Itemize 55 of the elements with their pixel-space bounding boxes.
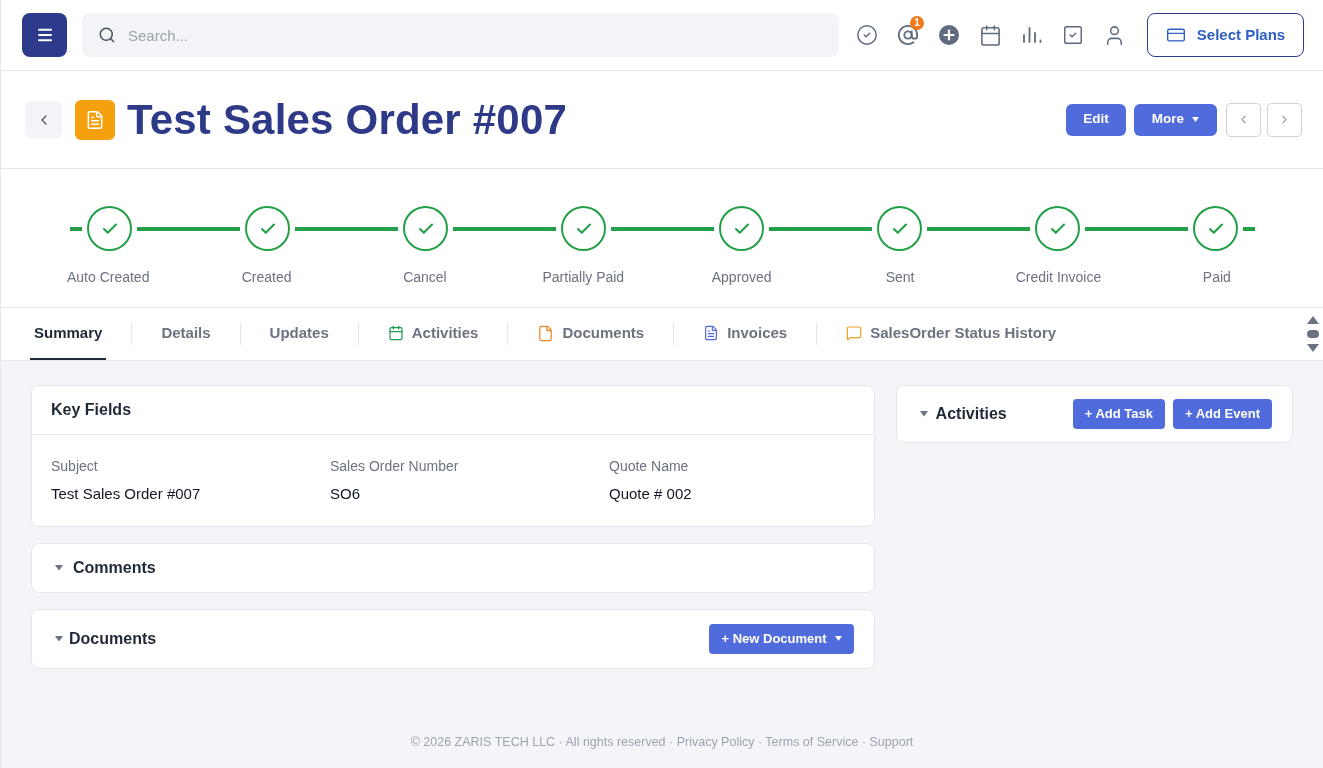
more-button[interactable]: More — [1133, 103, 1217, 136]
stage-label: Paid — [1202, 268, 1231, 287]
card-icon — [1165, 25, 1186, 45]
field-label: Sales Order Number — [330, 457, 460, 476]
menu-icon — [35, 26, 54, 44]
caret-icon — [1192, 117, 1199, 122]
section-title[interactable]: Activities — [935, 402, 1007, 426]
at-sign-icon[interactable] — [897, 24, 919, 46]
caret-icon — [55, 564, 63, 571]
field-label: Subject — [51, 457, 99, 476]
checked-box-icon[interactable] — [1062, 24, 1084, 46]
calendar-icon[interactable] — [979, 23, 1002, 47]
field-value: Test Sales Order #007 — [51, 484, 202, 504]
stage-label: Created — [241, 268, 292, 287]
section-title[interactable]: Documents — [69, 626, 157, 651]
field-value: SO6 — [330, 484, 361, 504]
stage-label: Approved — [711, 268, 772, 287]
caret-icon — [919, 411, 928, 417]
edit-button[interactable]: Edit — [1066, 103, 1126, 136]
stage-label: Partially Paid — [542, 268, 625, 287]
section-title[interactable]: Comments — [73, 555, 156, 580]
file-icon — [537, 324, 555, 342]
add-button[interactable]: + Add Event — [1173, 399, 1272, 429]
stage-label: Credit Invoice — [1015, 268, 1102, 287]
field-value: Quote # 002 — [609, 484, 693, 504]
check-circle-icon[interactable] — [856, 24, 878, 46]
tab[interactable]: Documents — [533, 308, 649, 360]
bar-chart-icon[interactable] — [1021, 27, 1043, 43]
select-plans-button[interactable]: Select Plans — [1147, 13, 1304, 57]
record-title: Test Sales Order #007 — [127, 98, 567, 141]
tab[interactable]: Details — [157, 308, 215, 360]
chat-icon — [846, 325, 863, 341]
calendar-icon — [387, 325, 404, 341]
add-button[interactable]: + Add Task — [1072, 399, 1165, 429]
tab[interactable]: Activities — [383, 308, 483, 360]
notification-badge: 1 — [910, 16, 924, 30]
search-icon — [98, 26, 116, 44]
plus-circle-icon[interactable] — [938, 24, 960, 46]
footer-text: © 2026 ZARIS TECH LLC · All rights reserved · Privacy Policy · Terms of Service · Support — [410, 734, 914, 752]
new-document-button[interactable]: + New Document — [709, 623, 854, 654]
tab[interactable]: Summary — [30, 308, 107, 360]
menu-button[interactable] — [22, 13, 67, 57]
stage-label: Cancel — [403, 268, 447, 287]
caret-icon — [834, 636, 842, 641]
caret-icon — [55, 635, 63, 642]
stage-label: Sent — [885, 268, 915, 287]
stage-label: Auto Created — [66, 268, 150, 287]
search-field[interactable]: Search... — [82, 13, 839, 57]
tab[interactable]: Updates — [265, 308, 333, 360]
document-icon — [75, 99, 115, 140]
document-icon — [703, 325, 720, 341]
tab[interactable]: Invoices — [699, 308, 792, 360]
card-title: Key Fields — [51, 400, 132, 420]
field-label: Quote Name — [609, 457, 690, 476]
tab[interactable]: SalesOrder Status History — [842, 308, 1061, 360]
